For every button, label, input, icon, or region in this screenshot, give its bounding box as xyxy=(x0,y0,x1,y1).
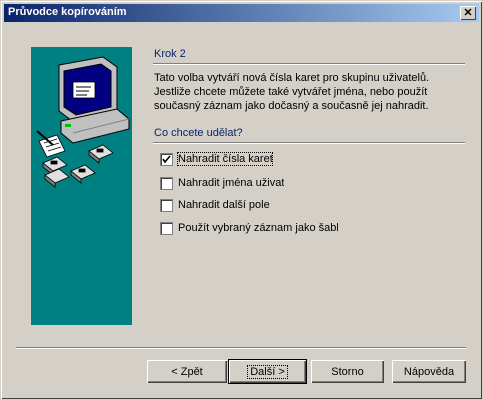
back-button-label: < Zpět xyxy=(171,365,203,378)
checkbox-use-selected-record[interactable] xyxy=(160,221,173,235)
question-divider xyxy=(153,142,465,144)
next-button[interactable]: Další > xyxy=(228,359,307,384)
option-label: Nahradit čísla karet xyxy=(177,152,273,166)
checkbox-replace-user-names[interactable] xyxy=(160,176,173,190)
checkbox-replace-other-field[interactable] xyxy=(160,198,173,212)
wizard-illustration xyxy=(31,47,132,325)
question-label: Co chcete udělat? xyxy=(154,127,243,139)
cancel-button-label: Storno xyxy=(331,365,364,378)
next-button-label: Další > xyxy=(247,364,288,379)
step-divider xyxy=(153,63,465,65)
step-label: Krok 2 xyxy=(154,48,186,60)
help-button[interactable]: Nápověda xyxy=(392,360,466,383)
option-replace-card-numbers[interactable]: Nahradit čísla karet xyxy=(160,152,273,166)
help-button-label: Nápověda xyxy=(403,365,455,378)
option-replace-other-field[interactable]: Nahradit další pole xyxy=(160,198,270,212)
close-icon: ✕ xyxy=(463,6,473,19)
cancel-button[interactable]: Storno xyxy=(311,360,384,383)
button-separator xyxy=(16,347,466,349)
checkmark-icon xyxy=(162,154,171,163)
back-button[interactable]: < Zpět xyxy=(147,360,227,383)
option-replace-user-names[interactable]: Nahradit jména uživat xyxy=(160,176,284,190)
step-description: Tato volba vytváří nová čísla karet pro … xyxy=(154,72,430,112)
option-label: Nahradit další pole xyxy=(178,199,270,211)
close-button[interactable]: ✕ xyxy=(460,6,476,20)
title-bar[interactable]: Průvodce kopírováním ✕ xyxy=(4,4,479,22)
window-title: Průvodce kopírováním xyxy=(8,6,127,18)
wizard-dialog: Průvodce kopírováním ✕ Krok 2 Tato volba… xyxy=(0,0,483,400)
option-label: Nahradit jména uživat xyxy=(178,177,284,189)
computer-with-disks-icon xyxy=(36,56,130,188)
checkbox-replace-card-numbers[interactable] xyxy=(160,152,173,166)
option-label: Použít vybraný záznam jako šablo xyxy=(178,222,338,234)
option-use-selected-record[interactable]: Použít vybraný záznam jako šablo xyxy=(160,221,338,235)
